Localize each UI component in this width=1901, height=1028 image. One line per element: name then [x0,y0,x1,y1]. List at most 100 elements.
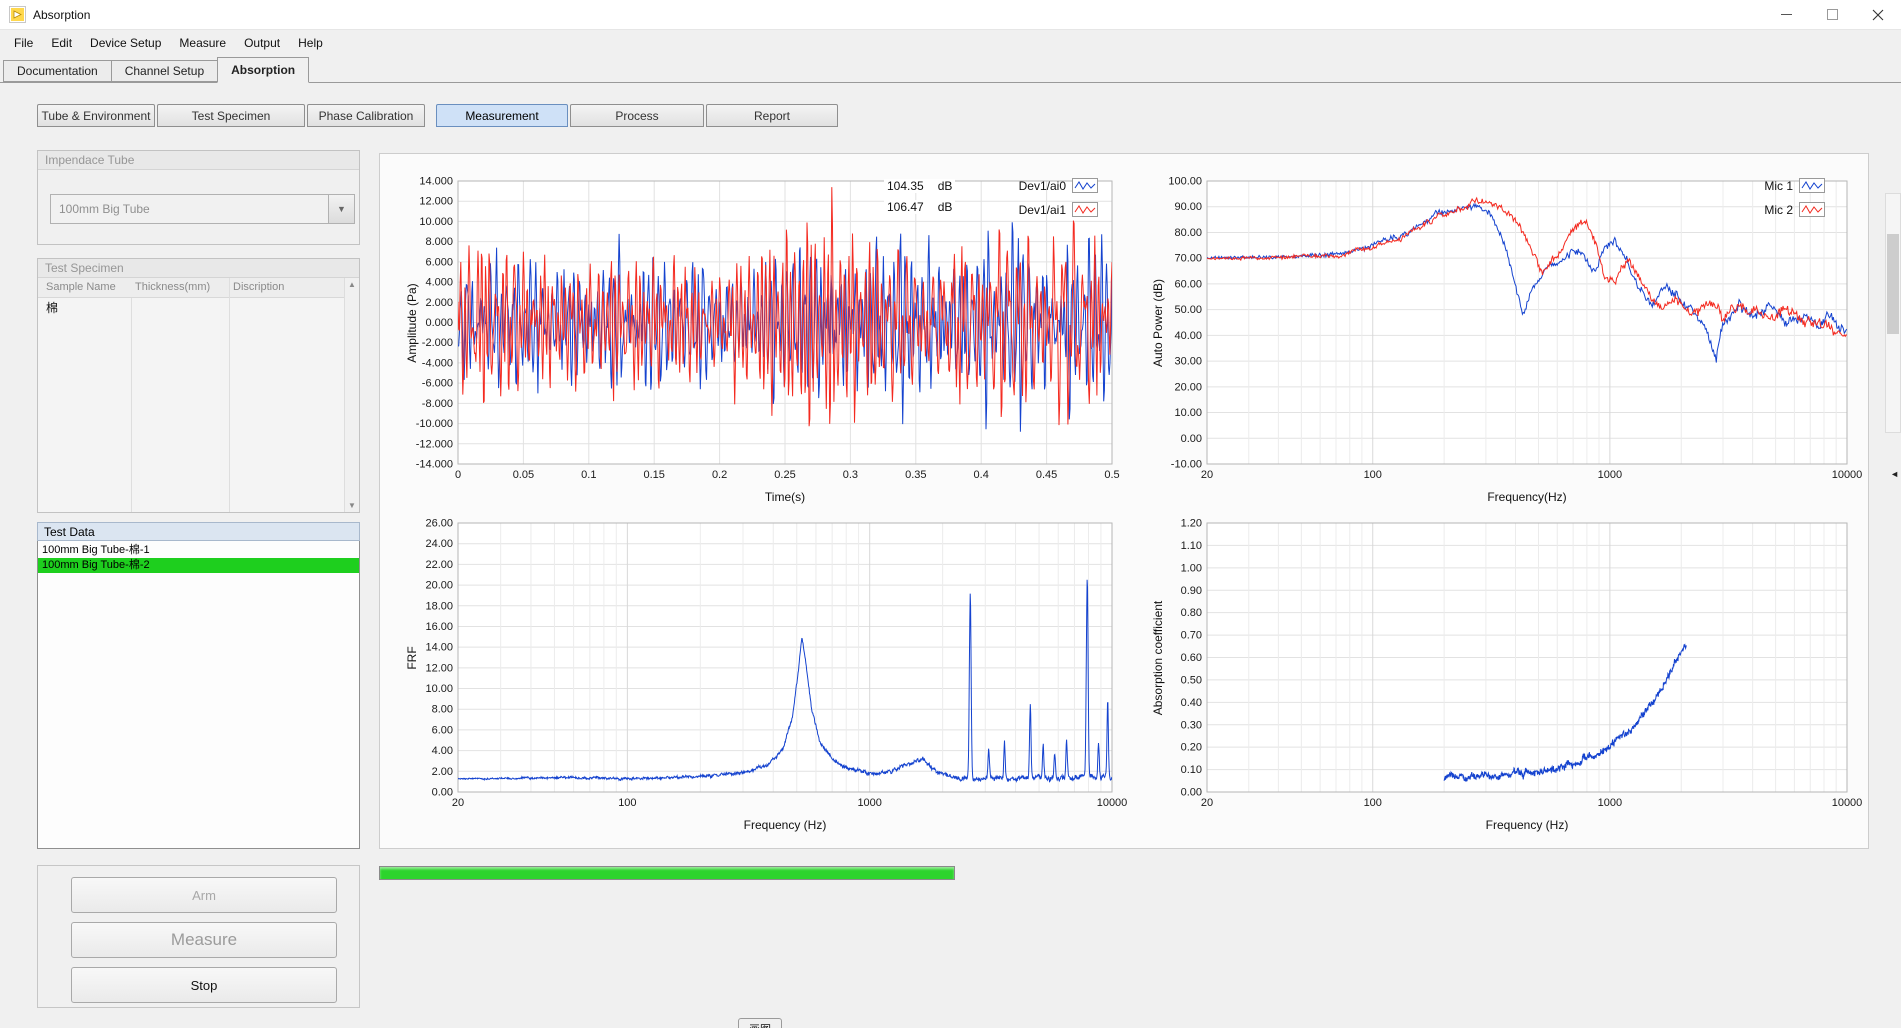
svg-text:10000: 10000 [1832,797,1863,809]
legend-plot-icon [1799,202,1825,217]
bottom-tab-label: 画图 [749,1024,771,1028]
test-data-item[interactable]: 100mm Big Tube-棉-2 [38,558,359,573]
svg-text:70.00: 70.00 [1174,253,1202,265]
legend-item-mic-2[interactable]: Mic 2 [1757,202,1825,217]
legend-item-mic-1[interactable]: Mic 1 [1757,178,1825,193]
tab-channel-setup[interactable]: Channel Setup [111,60,218,82]
impedance-tube-dropdown: 100mm Big Tube ▼ [50,194,355,224]
svg-text:-2.000: -2.000 [422,337,453,349]
specimen-cell: 棉 [46,299,58,316]
svg-text:10000: 10000 [1097,797,1128,809]
pane-collapse-arrow[interactable]: ◄ [1890,469,1899,479]
legend-plot-icon [1072,202,1098,217]
svg-text:-4.000: -4.000 [422,357,453,369]
svg-text:20.00: 20.00 [425,580,453,592]
svg-text:4.00: 4.00 [432,745,453,757]
svg-text:2.00: 2.00 [432,766,453,778]
svg-text:0.05: 0.05 [513,469,534,481]
scroll-down-icon[interactable]: ▼ [348,501,356,510]
control-button-panel: Arm Measure Stop [37,865,360,1008]
svg-text:8.00: 8.00 [432,704,453,716]
svg-text:100.00: 100.00 [1168,176,1202,188]
legend-item-dev1-ai1[interactable]: Dev1/ai1 [1008,202,1098,217]
impedance-tube-group: Impendace Tube 100mm Big Tube ▼ [37,150,360,245]
menu-item-edit[interactable]: Edit [42,31,81,55]
svg-text:26.00: 26.00 [425,518,453,530]
svg-text:0.2: 0.2 [712,469,727,481]
app-icon [9,6,26,23]
legend-plot-icon [1072,178,1098,193]
menu-item-device-setup[interactable]: Device Setup [81,31,170,55]
scroll-up-icon[interactable]: ▲ [348,280,356,289]
svg-text:0.30: 0.30 [1181,719,1202,731]
svg-text:20: 20 [452,797,464,809]
close-button[interactable] [1855,0,1901,29]
svg-text:6.00: 6.00 [432,724,453,736]
svg-text:-14.000: -14.000 [416,459,453,471]
subtab-report[interactable]: Report [706,104,838,127]
y-axis-label: Auto Power (dB) [1151,278,1165,366]
menu-item-help[interactable]: Help [289,31,332,55]
chart-canvas: 1.201.101.000.900.800.700.600.500.400.30… [1140,505,1863,845]
menu-item-file[interactable]: File [5,31,42,55]
test-specimen-table-header: Sample NameThickness(mm)Discription [38,278,359,298]
svg-text:0.1: 0.1 [581,469,596,481]
svg-text:1000: 1000 [1598,469,1622,481]
subtab-phase-calibration[interactable]: Phase Calibration [307,104,425,127]
svg-text:0.50: 0.50 [1181,674,1202,686]
vertical-scrollbar[interactable] [1885,193,1901,433]
svg-text:0.00: 0.00 [432,787,453,799]
legend-item-dev1-ai0[interactable]: Dev1/ai0 [1008,178,1098,193]
absorption-page: Tube & EnvironmentTest SpecimenPhase Cal… [0,83,1901,1028]
svg-text:100: 100 [1364,797,1382,809]
menu-item-output[interactable]: Output [235,31,289,55]
menu-item-measure[interactable]: Measure [170,31,235,55]
table-scrollbar[interactable]: ▲ ▼ [344,278,359,512]
legend-label: Mic 1 [1757,179,1793,193]
stop-button[interactable]: Stop [71,967,337,1003]
chart-auto-power: 100.0090.0080.0070.0060.0050.0040.0030.0… [1140,165,1863,500]
x-axis-label: Frequency (Hz) [1486,818,1569,832]
test-data-item[interactable]: 100mm Big Tube-棉-1 [38,543,359,558]
scrollbar-thumb[interactable] [1887,234,1899,334]
bottom-tab-draw[interactable]: 画图 [738,1018,782,1028]
y-axis-label: Amplitude (Pa) [405,283,419,362]
tab-documentation[interactable]: Documentation [3,60,112,82]
svg-text:16.00: 16.00 [425,621,453,633]
chart-time-waveform: 14.00012.00010.0008.0006.0004.0002.0000.… [392,165,1128,500]
window-title: Absorption [33,8,90,22]
subtab-measurement[interactable]: Measurement [436,104,568,127]
subtab-process[interactable]: Process [570,104,704,127]
svg-text:14.000: 14.000 [419,176,453,188]
svg-text:-10.000: -10.000 [416,418,453,430]
chart-legend: Mic 1 Mic 2 [1757,178,1825,226]
minimize-button[interactable] [1763,0,1809,29]
level-readout: 106.47dB [884,200,955,214]
svg-text:0: 0 [455,469,461,481]
svg-text:0.60: 0.60 [1181,652,1202,664]
svg-text:-12.000: -12.000 [416,438,453,450]
svg-text:0.15: 0.15 [643,469,664,481]
maximize-button[interactable] [1809,0,1855,29]
subtab-test-specimen[interactable]: Test Specimen [157,104,305,127]
specimen-row[interactable]: 棉 [38,298,344,315]
svg-text:0.3: 0.3 [843,469,858,481]
svg-text:20: 20 [1201,469,1213,481]
svg-text:100: 100 [618,797,636,809]
application-window: Absorption FileEditDevice SetupMeasureOu… [0,0,1901,1028]
readout-value: 104.35 [887,179,924,193]
svg-text:10.00: 10.00 [425,683,453,695]
subtab-tube-environment[interactable]: Tube & Environment [37,104,155,127]
svg-text:1.10: 1.10 [1181,540,1202,552]
x-axis-label: Time(s) [765,490,805,504]
svg-text:0.4: 0.4 [974,469,989,481]
menu-bar: FileEditDevice SetupMeasureOutputHelp [0,30,1901,56]
readout-unit: dB [938,179,953,193]
svg-text:0.45: 0.45 [1036,469,1057,481]
level-readouts: 104.35 dB 106.47dB [884,179,955,221]
legend-label: Dev1/ai1 [1008,203,1066,217]
column-header-sample-name: Sample Name [46,281,116,293]
y-axis-label: FRF [405,646,419,669]
tab-absorption[interactable]: Absorption [217,57,309,83]
svg-text:22.00: 22.00 [425,559,453,571]
